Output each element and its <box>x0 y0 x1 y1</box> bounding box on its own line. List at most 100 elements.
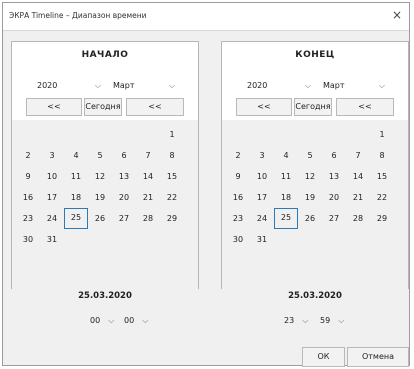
start-today-button[interactable]: Сегодня <box>84 98 122 116</box>
title-bar: ЭКРА Timeline – Диапазон времени × <box>3 3 409 31</box>
start-day-4[interactable]: 4 <box>64 145 88 166</box>
end-hour-value: 23 <box>284 316 295 325</box>
start-hour-select[interactable]: 00 ⌵ <box>90 313 114 329</box>
start-calendar-grid: 1 2 3 4 5 6 7 8 9 10 11 12 13 14 15 16 17 18 19 20 21 22 23 24 2… <box>12 120 198 310</box>
end-day-4[interactable]: 4 <box>274 145 298 166</box>
start-day-14[interactable]: 14 <box>136 166 160 187</box>
end-day-15[interactable]: 15 <box>370 166 394 187</box>
start-day-24[interactable]: 24 <box>40 208 64 229</box>
start-month-value: Март <box>113 81 135 90</box>
start-day-27[interactable]: 27 <box>112 208 136 229</box>
start-day-5[interactable]: 5 <box>88 145 112 166</box>
start-day-18[interactable]: 18 <box>64 187 88 208</box>
end-year-select[interactable]: 2020 ⌵ <box>244 78 314 94</box>
start-panel: НАЧАЛО 2020 ⌵ Март ⌵ << Сегодня << 12345… <box>11 41 199 325</box>
start-prev-button[interactable]: << <box>26 98 82 116</box>
start-month-select[interactable]: Март ⌵ <box>110 78 178 94</box>
start-day-29[interactable]: 29 <box>160 208 184 229</box>
end-day-19[interactable]: 19 <box>298 187 322 208</box>
end-minute-value: 59 <box>320 316 331 325</box>
start-day-30[interactable]: 30 <box>16 229 40 250</box>
end-panel: КОНЕЦ 2020 ⌵ Март ⌵ << Сегодня << 123456… <box>221 41 409 325</box>
dialog-window: ЭКРА Timeline – Диапазон времени × НАЧАЛ… <box>2 2 410 367</box>
end-day-27[interactable]: 27 <box>322 208 346 229</box>
end-day-3[interactable]: 3 <box>250 145 274 166</box>
start-year-value: 2020 <box>37 81 58 90</box>
end-day-1[interactable]: 1 <box>370 124 394 145</box>
start-next-button[interactable]: << <box>126 98 184 116</box>
end-day-31[interactable]: 31 <box>250 229 274 250</box>
chevron-down-icon: ⌵ <box>94 81 101 90</box>
start-day-15[interactable]: 15 <box>160 166 184 187</box>
start-title: НАЧАЛО <box>81 50 129 60</box>
chevron-down-icon: ⌵ <box>338 316 345 325</box>
start-day-12[interactable]: 12 <box>88 166 112 187</box>
end-day-10[interactable]: 10 <box>250 166 274 187</box>
chevron-down-icon: ⌵ <box>168 81 175 90</box>
end-day-14[interactable]: 14 <box>346 166 370 187</box>
end-day-8[interactable]: 8 <box>370 145 394 166</box>
end-day-24[interactable]: 24 <box>250 208 274 229</box>
end-day-20[interactable]: 20 <box>322 187 346 208</box>
end-day-5[interactable]: 5 <box>298 145 322 166</box>
chevron-down-icon: ⌵ <box>302 316 309 325</box>
end-next-button[interactable]: << <box>336 98 394 116</box>
start-day-10[interactable]: 10 <box>40 166 64 187</box>
end-prev-button[interactable]: << <box>236 98 292 116</box>
start-day-11[interactable]: 11 <box>64 166 88 187</box>
end-day-7[interactable]: 7 <box>346 145 370 166</box>
close-icon[interactable]: × <box>389 6 405 24</box>
start-day-7[interactable]: 7 <box>136 145 160 166</box>
start-day-1[interactable]: 1 <box>160 124 184 145</box>
end-day-25[interactable]: 25 <box>274 208 298 229</box>
end-day-17[interactable]: 17 <box>250 187 274 208</box>
start-day-9[interactable]: 9 <box>16 166 40 187</box>
start-day-6[interactable]: 6 <box>112 145 136 166</box>
end-day-12[interactable]: 12 <box>298 166 322 187</box>
start-day-16[interactable]: 16 <box>16 187 40 208</box>
start-day-31[interactable]: 31 <box>40 229 64 250</box>
end-month-value: Март <box>323 81 345 90</box>
end-day-9[interactable]: 9 <box>226 166 250 187</box>
start-day-20[interactable]: 20 <box>112 187 136 208</box>
start-minute-value: 00 <box>124 316 135 325</box>
start-year-select[interactable]: 2020 ⌵ <box>34 78 104 94</box>
start-day-17[interactable]: 17 <box>40 187 64 208</box>
end-day-22[interactable]: 22 <box>370 187 394 208</box>
end-minute-select[interactable]: 59 ⌵ <box>320 313 344 329</box>
end-day-11[interactable]: 11 <box>274 166 298 187</box>
start-day-26[interactable]: 26 <box>88 208 112 229</box>
end-today-button[interactable]: Сегодня <box>294 98 332 116</box>
end-day-21[interactable]: 21 <box>346 187 370 208</box>
chevron-down-icon: ⌵ <box>304 81 311 90</box>
start-day-22[interactable]: 22 <box>160 187 184 208</box>
end-hour-select[interactable]: 23 ⌵ <box>284 313 308 329</box>
start-day-21[interactable]: 21 <box>136 187 160 208</box>
end-year-value: 2020 <box>247 81 268 90</box>
start-day-25[interactable]: 25 <box>64 208 88 229</box>
chevron-down-icon: ⌵ <box>108 316 115 325</box>
start-day-28[interactable]: 28 <box>136 208 160 229</box>
end-day-29[interactable]: 29 <box>370 208 394 229</box>
end-day-28[interactable]: 28 <box>346 208 370 229</box>
end-title: КОНЕЦ <box>295 50 335 60</box>
start-day-3[interactable]: 3 <box>40 145 64 166</box>
end-day-16[interactable]: 16 <box>226 187 250 208</box>
end-day-23[interactable]: 23 <box>226 208 250 229</box>
chevron-down-icon: ⌵ <box>378 81 385 90</box>
ok-button[interactable]: ОК <box>302 347 345 367</box>
start-day-13[interactable]: 13 <box>112 166 136 187</box>
start-day-8[interactable]: 8 <box>160 145 184 166</box>
end-day-2[interactable]: 2 <box>226 145 250 166</box>
start-minute-select[interactable]: 00 ⌵ <box>124 313 148 329</box>
end-month-select[interactable]: Март ⌵ <box>320 78 388 94</box>
start-day-2[interactable]: 2 <box>16 145 40 166</box>
start-day-23[interactable]: 23 <box>16 208 40 229</box>
end-day-18[interactable]: 18 <box>274 187 298 208</box>
end-day-30[interactable]: 30 <box>226 229 250 250</box>
end-day-13[interactable]: 13 <box>322 166 346 187</box>
start-day-19[interactable]: 19 <box>88 187 112 208</box>
cancel-button[interactable]: Отмена <box>347 347 409 367</box>
end-day-6[interactable]: 6 <box>322 145 346 166</box>
end-day-26[interactable]: 26 <box>298 208 322 229</box>
